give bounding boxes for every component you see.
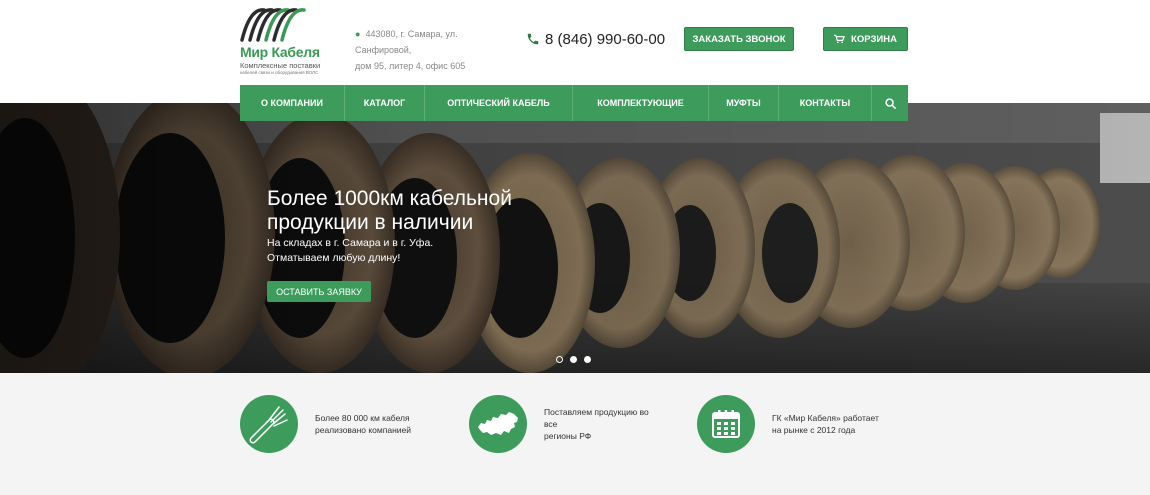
cable-icon	[249, 406, 288, 444]
feature-icon-circle	[697, 395, 755, 453]
phone-icon	[527, 33, 539, 45]
logo-cable-icon	[240, 8, 306, 42]
feature-text: ГК «Мир Кабеля» работает на рынке с 2012…	[772, 412, 892, 436]
logo[interactable]: Мир Кабеля Комплексные поставки кабелей …	[240, 6, 340, 76]
slider-dot-2[interactable]	[570, 356, 577, 363]
nav-item-couplings[interactable]: Муфты	[709, 85, 779, 121]
feature-text: Поставляем продукцию во все регионы РФ	[544, 406, 664, 442]
location-pin-icon: ●	[355, 29, 361, 39]
address-line-2: дом 95, литер 4, офис 605	[355, 61, 466, 71]
phone-number[interactable]: 8 (846) 990-60-00	[526, 29, 665, 49]
feature-icon-circle	[469, 395, 527, 453]
nav-item-optical-cable[interactable]: Оптический кабель	[425, 85, 573, 121]
feature-text-line-2: реализовано компанией	[315, 425, 411, 435]
logo-tagline: Комплексные поставки	[240, 61, 321, 70]
nav-item-about[interactable]: О компании	[240, 85, 345, 121]
calendar-icon	[712, 410, 740, 438]
address: ● 443080, г. Самара, ул. Санфировой, дом…	[355, 26, 515, 74]
feature-text-line-1: Более 80 000 км кабеля	[315, 413, 410, 423]
feature-text-line-1: Поставляем продукцию во все	[544, 407, 649, 429]
slider-dot-1[interactable]	[556, 356, 563, 363]
cart-icon	[834, 34, 845, 44]
feature-icon-circle	[240, 395, 298, 453]
feature-cable-sold: Более 80 000 км кабеля реализовано компа…	[240, 395, 435, 453]
feature-regions: Поставляем продукцию во все регионы РФ	[469, 395, 664, 453]
logo-tagline-small: кабелей связи и оборудования ВОЛС	[240, 70, 319, 75]
nav-item-catalog[interactable]: Каталог	[345, 85, 425, 121]
hero-background-image	[0, 103, 1150, 373]
feature-text: Более 80 000 км кабеля реализовано компа…	[315, 412, 435, 436]
order-call-button[interactable]: Заказать звонок	[684, 27, 794, 51]
hero-subtitle: На складах в г. Самара и в г. Уфа. Отмат…	[267, 236, 527, 266]
submit-request-button[interactable]: Оставить заявку	[267, 281, 371, 302]
nav-item-contacts[interactable]: Контакты	[779, 85, 872, 121]
phone-text: 8 (846) 990-60-00	[545, 30, 666, 48]
nav-search-button[interactable]	[872, 85, 908, 121]
cart-button[interactable]: Корзина	[823, 27, 908, 51]
nav-item-accessories[interactable]: Комплектующие	[573, 85, 709, 121]
slider-dot-3[interactable]	[584, 356, 591, 363]
features-section: Более 80 000 км кабеля реализовано компа…	[0, 373, 1150, 495]
feature-since-2012: ГК «Мир Кабеля» работает на рынке с 2012…	[697, 395, 892, 453]
hero-subtitle-line-1: На складах в г. Самара и в г. Уфа.	[267, 237, 434, 249]
search-icon	[884, 97, 896, 109]
logo-name: Мир Кабеля	[240, 44, 320, 60]
main-nav: О компании Каталог Оптический кабель Ком…	[240, 85, 908, 121]
hero-title: Более 1000км кабельной продукции в налич…	[267, 187, 512, 234]
feature-text-line-2: на рынке с 2012 года	[772, 425, 856, 435]
slider-dots	[556, 356, 591, 363]
address-line-1: 443080, г. Самара, ул. Санфировой,	[355, 29, 458, 55]
cart-label: Корзина	[851, 33, 897, 45]
feature-text-line-1: ГК «Мир Кабеля» работает	[772, 413, 879, 423]
russia-map-icon	[478, 412, 518, 435]
hero-subtitle-line-2: Отматываем любую длину!	[267, 252, 401, 264]
feature-text-line-2: регионы РФ	[544, 431, 592, 441]
hero-slider: Более 1000км кабельной продукции в налич…	[0, 103, 1150, 373]
